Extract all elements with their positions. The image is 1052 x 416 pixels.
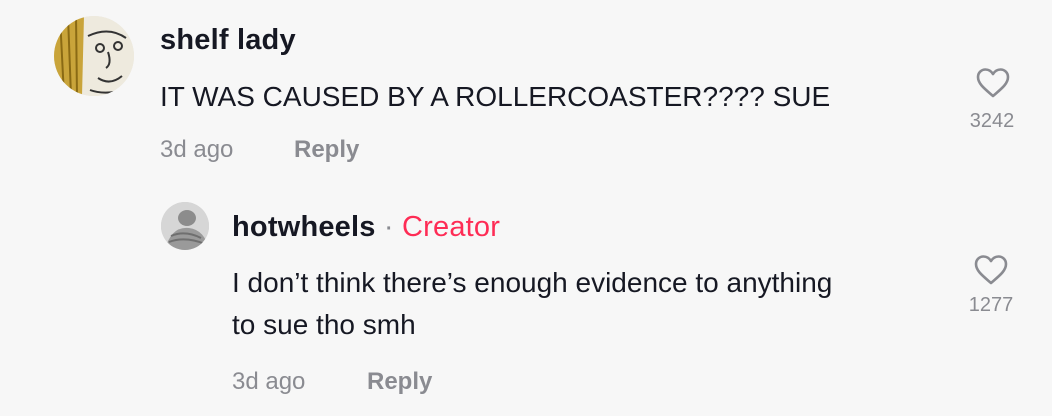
reply-text-line-2: to sue tho smh: [232, 309, 416, 340]
reply-username[interactable]: hotwheels: [232, 211, 376, 243]
reply-author-line: hotwheels · Creator: [232, 211, 500, 244]
reply-timestamp: 3d ago: [232, 368, 306, 395]
commenter-username[interactable]: shelf lady: [160, 24, 296, 57]
commenter-avatar[interactable]: [54, 16, 134, 96]
commenter-avatar-drawing: [54, 16, 134, 96]
reply-text: I don’t think there’s enough evidence to…: [232, 262, 832, 346]
reply-separator: ·: [383, 211, 394, 243]
reply-avatar[interactable]: [161, 202, 209, 250]
comment-like-button[interactable]: [975, 67, 1011, 99]
reply-like-button[interactable]: [973, 254, 1009, 286]
heart-outline-icon: [976, 68, 1010, 98]
heart-outline-icon: [974, 255, 1008, 285]
reply-like-count: 1277: [968, 294, 1014, 316]
reply-avatar-drawing: [161, 202, 209, 250]
comment-reply-button[interactable]: Reply: [294, 136, 359, 164]
comment-timestamp: 3d ago: [160, 136, 234, 163]
comment-text: IT WAS CAUSED BY A ROLLERCOASTER???? SUE: [160, 81, 831, 112]
comment-like-count: 3242: [969, 110, 1015, 132]
creator-badge: Creator: [402, 211, 501, 243]
reply-text-line-1: I don’t think there’s enough evidence to…: [232, 267, 833, 298]
reply-reply-button[interactable]: Reply: [367, 368, 432, 396]
